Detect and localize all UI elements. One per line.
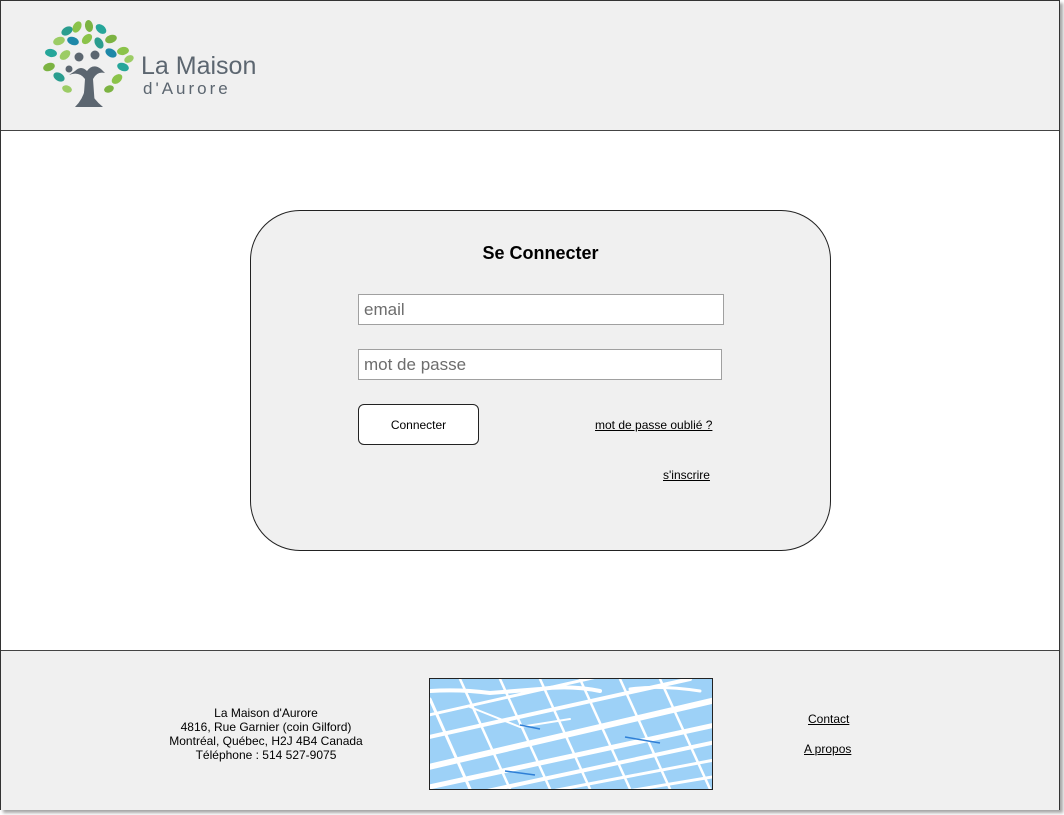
about-link[interactable]: A propos (804, 742, 851, 756)
forgot-password-link[interactable]: mot de passe oublié ? (595, 418, 712, 432)
email-field[interactable] (358, 294, 724, 325)
address-line: Montréal, Québec, H2J 4B4 Canada (169, 734, 363, 748)
footer-address: La Maison d'Aurore 4816, Rue Garnier (co… (146, 706, 386, 762)
header: La Maison d'Aurore (1, 1, 1059, 131)
brand-name-line1: La Maison (141, 52, 257, 80)
tree-logo-icon (43, 20, 134, 107)
address-line: 4816, Rue Garnier (coin Gilford) (180, 720, 352, 734)
brand-logo[interactable]: La Maison d'Aurore (39, 19, 269, 111)
login-title: Se Connecter (482, 243, 599, 263)
map-graphic (430, 679, 712, 789)
login-card: Se Connecter Connecter mot de passe oubl… (250, 210, 831, 551)
footer: La Maison d'Aurore 4816, Rue Garnier (co… (1, 650, 1059, 810)
brand-name-line2: d'Aurore (143, 79, 231, 98)
connect-button[interactable]: Connecter (358, 404, 479, 445)
password-field[interactable] (358, 349, 722, 380)
signup-link[interactable]: s'inscrire (663, 468, 710, 482)
contact-link[interactable]: Contact (808, 712, 849, 726)
address-line: Téléphone : 514 527-9075 (195, 748, 337, 762)
address-line: La Maison d'Aurore (214, 706, 318, 720)
map-thumbnail[interactable] (429, 678, 713, 790)
